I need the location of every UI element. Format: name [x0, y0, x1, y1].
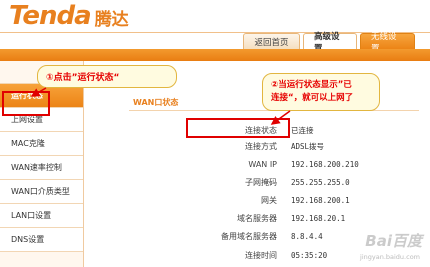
- row-label: 子网掩码: [245, 177, 277, 187]
- row-label: 连接方式: [245, 141, 277, 151]
- row-label: 备用域名服务器: [221, 231, 277, 241]
- header: Tenda 腾达 返回首页 高级设置 无线设置: [0, 0, 430, 61]
- baidu-watermark-url: jingyan.baidu.com: [360, 253, 420, 261]
- row-value: 192.168.20.1: [291, 213, 346, 223]
- highlight-connection-status: [186, 118, 290, 138]
- row-label: 连接时间: [245, 250, 277, 260]
- sidebar-item-lan-settings[interactable]: LAN口设置: [0, 204, 83, 228]
- status-row-gateway: 网关 192.168.200.1: [85, 192, 430, 208]
- nav-bar: [0, 49, 430, 61]
- status-row-wan-ip: WAN IP 192.168.200.210: [85, 156, 430, 172]
- row-value: 255.255.255.0: [291, 177, 350, 187]
- callout-text: ①点击”运行状态“: [46, 73, 120, 83]
- sidebar-item-wan-media[interactable]: WAN口介质类型: [0, 180, 83, 204]
- row-value: 192.168.200.210: [291, 159, 359, 169]
- row-value: ADSL拨号: [291, 141, 325, 151]
- tab-advanced-settings[interactable]: 高级设置: [303, 32, 357, 54]
- baidu-watermark: Bai百度: [365, 232, 422, 250]
- row-value: 已连接: [291, 125, 314, 135]
- callout-text-line2: 连接“，就可以上网了: [271, 93, 354, 103]
- row-label: 域名服务器: [237, 213, 277, 223]
- callout-connected-hint: ②当运行状态显示”已 连接“，就可以上网了: [262, 73, 380, 111]
- logo-text-cn: 腾达: [94, 10, 129, 30]
- row-label: 网关: [261, 195, 277, 205]
- logo-text-en: Tenda: [9, 1, 92, 31]
- tab-home[interactable]: 返回首页: [243, 33, 300, 49]
- row-value: 8.8.4.4: [291, 231, 323, 241]
- row-value: 192.168.200.1: [291, 195, 350, 205]
- row-label: WAN IP: [248, 159, 277, 169]
- status-row-subnet: 子网掩码 255.255.255.0: [85, 174, 430, 190]
- section-title: WAN口状态: [133, 98, 179, 107]
- status-row-dns: 域名服务器 192.168.20.1: [85, 210, 430, 226]
- top-tabs: 返回首页 高级设置 无线设置: [243, 32, 418, 54]
- callout-click-run-status: ①点击”运行状态“: [37, 65, 177, 88]
- callout-text-line1: ②当运行状态显示”已: [271, 80, 352, 90]
- tab-wireless-settings[interactable]: 无线设置: [360, 32, 415, 54]
- status-row-type: 连接方式 ADSL拨号: [85, 138, 430, 154]
- sidebar-item-wan-rate[interactable]: WAN速率控制: [0, 156, 83, 180]
- sidebar-item-mac-clone[interactable]: MAC克隆: [0, 132, 83, 156]
- row-value: 05:35:20: [291, 250, 328, 260]
- sidebar-item-dns-settings[interactable]: DNS设置: [0, 228, 83, 252]
- tenda-logo: Tenda 腾达: [9, 0, 129, 32]
- highlight-run-status: [2, 91, 50, 116]
